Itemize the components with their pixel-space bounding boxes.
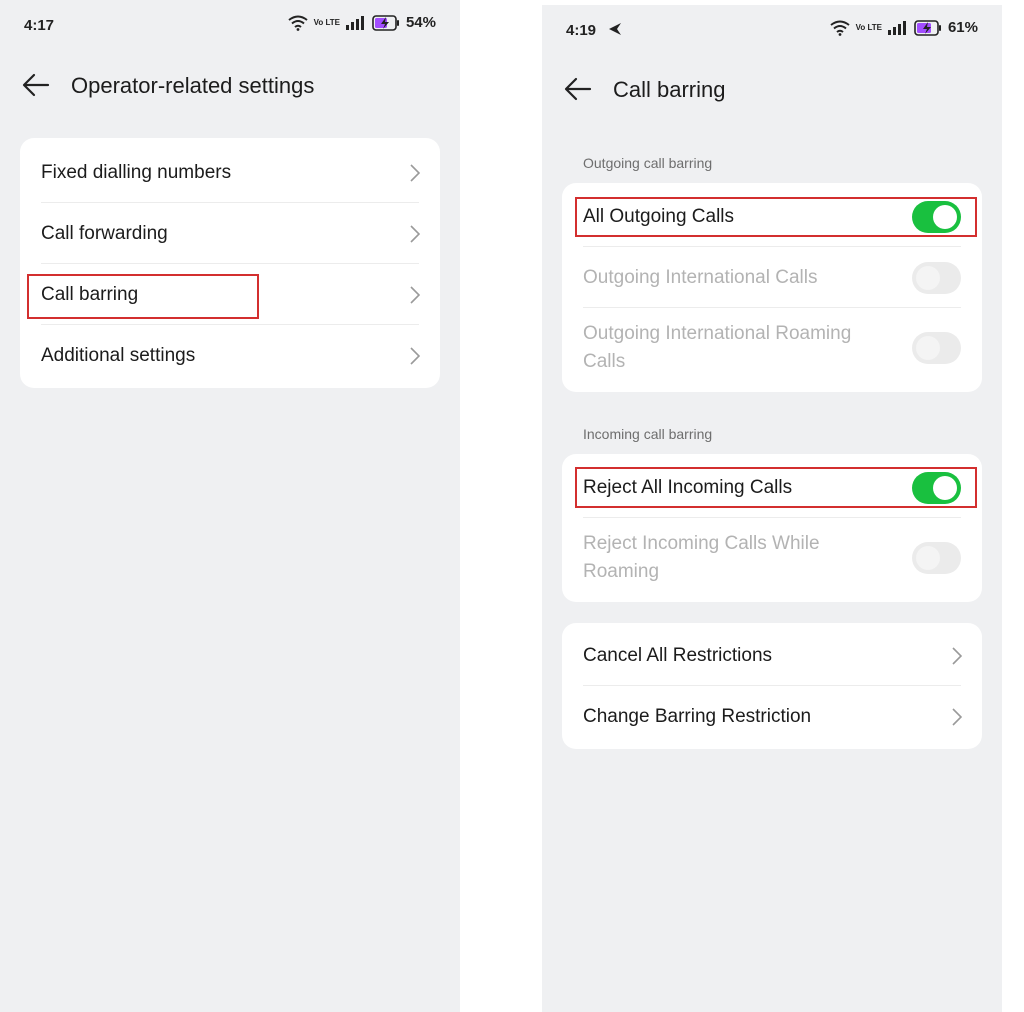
setting-all-outgoing-calls[interactable]: All Outgoing Calls [562, 186, 982, 247]
volte-indicator: Vo LTE [855, 22, 882, 32]
back-arrow-icon[interactable] [562, 73, 594, 105]
outgoing-barring-card: All Outgoing Calls Outgoing Internationa… [562, 183, 982, 392]
call-barring-screen: 4:19 Vo LTE 61% Call barring Outgoing ca… [542, 5, 1002, 1012]
toggle-knob [933, 204, 957, 229]
back-arrow-icon[interactable] [20, 69, 52, 101]
chevron-right-icon [410, 224, 420, 243]
menu-item-call-forwarding[interactable]: Call forwarding [20, 203, 440, 264]
settings-menu-card: Fixed dialling numbers Call forwarding C… [20, 138, 440, 388]
menu-item-label: Fixed dialling numbers [41, 161, 232, 183]
wifi-icon [287, 15, 308, 31]
action-change-barring-restriction[interactable]: Change Barring Restriction [562, 686, 982, 747]
action-cancel-all-restrictions[interactable]: Cancel All Restrictions [562, 625, 982, 686]
menu-item-additional-settings[interactable]: Additional settings [20, 325, 440, 386]
setting-label: Reject Incoming Calls While Roaming [583, 533, 820, 582]
status-time: 4:19 [566, 22, 597, 39]
status-icons: Vo LTE 54% [287, 14, 436, 31]
signal-icon [887, 20, 906, 35]
status-icons: Vo LTE 61% [829, 19, 978, 36]
setting-reject-incoming-calls-while-roaming[interactable]: Reject Incoming Calls While Roaming [562, 518, 982, 598]
wifi-icon [829, 20, 850, 36]
header: Operator-related settings [0, 63, 460, 107]
action-label: Change Barring Restriction [583, 705, 812, 727]
setting-label: Reject All Incoming Calls [583, 476, 793, 498]
header: Call barring [542, 67, 1002, 111]
status-bar: 4:19 Vo LTE 61% [542, 5, 1002, 45]
setting-label: All Outgoing Calls [583, 205, 735, 227]
barring-actions-card: Cancel All Restrictions Change Barring R… [562, 623, 982, 749]
battery-percent: 61% [947, 19, 978, 36]
navigation-arrow-icon [609, 23, 621, 35]
toggle-knob [916, 546, 940, 570]
setting-label: Outgoing International Roaming Calls [583, 323, 852, 372]
toggle-knob [933, 475, 957, 500]
reject-incoming-calls-while-roaming-toggle[interactable] [912, 542, 961, 574]
chevron-right-icon [952, 707, 962, 726]
battery-charging-icon [372, 14, 399, 31]
action-label: Cancel All Restrictions [583, 644, 773, 666]
status-time: 4:17 [24, 17, 55, 34]
chevron-right-icon [410, 285, 420, 304]
setting-outgoing-international-roaming-calls[interactable]: Outgoing International Roaming Calls [562, 308, 982, 388]
setting-outgoing-international-calls[interactable]: Outgoing International Calls [562, 247, 982, 308]
toggle-knob [916, 336, 940, 360]
volte-indicator: Vo LTE [313, 17, 340, 27]
setting-reject-all-incoming-calls[interactable]: Reject All Incoming Calls [562, 457, 982, 518]
menu-item-label: Call barring [41, 283, 139, 305]
reject-all-incoming-calls-toggle[interactable] [912, 471, 961, 504]
menu-item-label: Call forwarding [41, 222, 168, 244]
menu-item-fixed-dialling-numbers[interactable]: Fixed dialling numbers [20, 142, 440, 203]
status-bar: 4:17 Vo LTE 54% [0, 0, 460, 40]
chevron-right-icon [410, 163, 420, 182]
setting-label: Outgoing International Calls [583, 266, 818, 288]
outgoing-international-calls-toggle[interactable] [912, 261, 961, 294]
all-outgoing-calls-toggle[interactable] [912, 200, 961, 233]
chevron-right-icon [410, 346, 420, 365]
menu-item-label: Additional settings [41, 344, 196, 366]
signal-icon [345, 15, 364, 30]
menu-item-call-barring[interactable]: Call barring [20, 264, 440, 325]
page-title: Operator-related settings [71, 73, 315, 98]
incoming-barring-card: Reject All Incoming Calls Reject Incomin… [562, 454, 982, 602]
page-title: Call barring [613, 77, 726, 102]
battery-percent: 54% [405, 14, 436, 31]
battery-charging-icon [914, 19, 941, 36]
outgoing-international-roaming-calls-toggle[interactable] [912, 332, 961, 364]
chevron-right-icon [952, 646, 962, 665]
section-label-incoming: Incoming call barring [583, 426, 713, 442]
section-label-outgoing: Outgoing call barring [583, 155, 713, 171]
operator-settings-screen: 4:17 Vo LTE 54% Operator-related setting… [0, 0, 460, 1012]
toggle-knob [916, 265, 940, 290]
